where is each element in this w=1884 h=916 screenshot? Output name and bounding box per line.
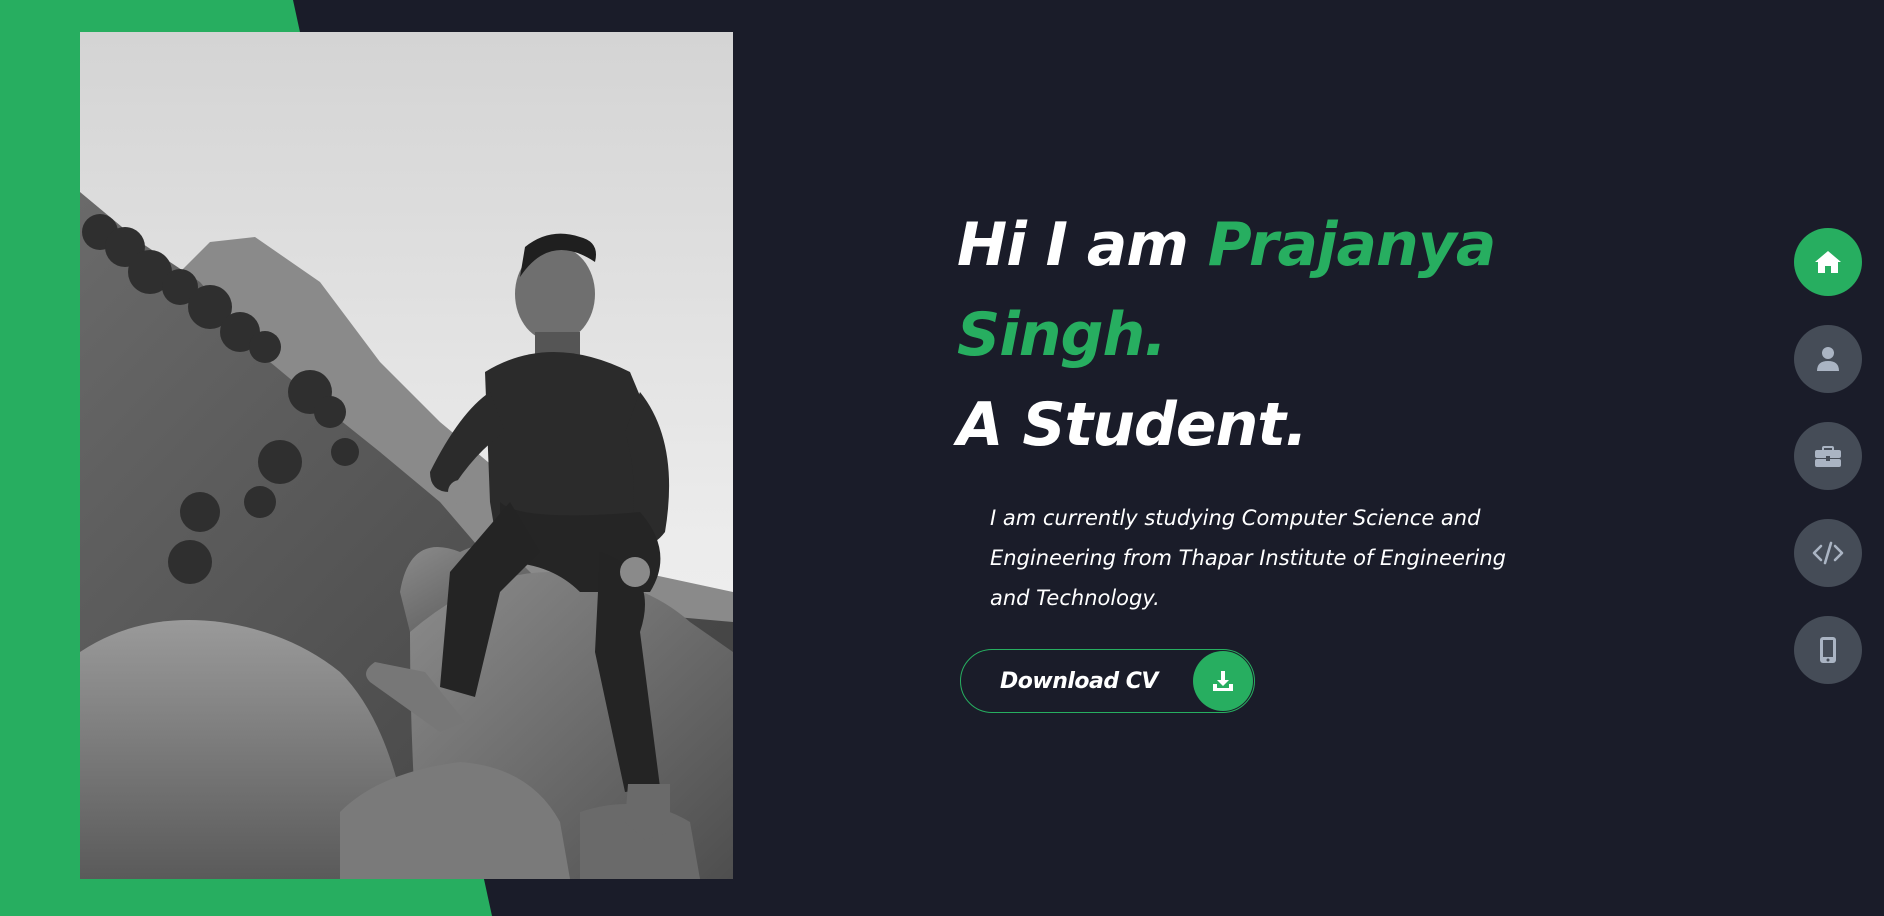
greeting: Hi I am [957, 210, 1189, 280]
nav-portfolio-button[interactable] [1794, 422, 1862, 490]
download-cv-label: Download CV [1000, 668, 1158, 694]
nav-home-button[interactable] [1794, 228, 1862, 296]
home-section: Hi I am Prajanya Singh. A Student. I am … [0, 0, 1884, 916]
briefcase-icon [1815, 446, 1841, 467]
side-navigation [1794, 228, 1862, 713]
code-icon [1812, 541, 1844, 565]
nav-contact-button[interactable] [1794, 616, 1862, 684]
role-text: A Student. [957, 390, 1308, 460]
mobile-icon [1820, 637, 1836, 663]
intro-paragraph: I am currently studying Computer Science… [990, 506, 1506, 610]
download-icon [1193, 651, 1253, 711]
nav-projects-button[interactable] [1794, 519, 1862, 587]
home-icon [1815, 251, 1841, 273]
headline: Hi I am Prajanya Singh. A Student. [957, 200, 1537, 470]
profile-photo [80, 32, 733, 879]
hero-text: Hi I am Prajanya Singh. A Student. I am … [957, 200, 1537, 618]
user-icon [1817, 347, 1839, 371]
nav-about-button[interactable] [1794, 325, 1862, 393]
download-cv-button[interactable]: Download CV [960, 649, 1255, 713]
